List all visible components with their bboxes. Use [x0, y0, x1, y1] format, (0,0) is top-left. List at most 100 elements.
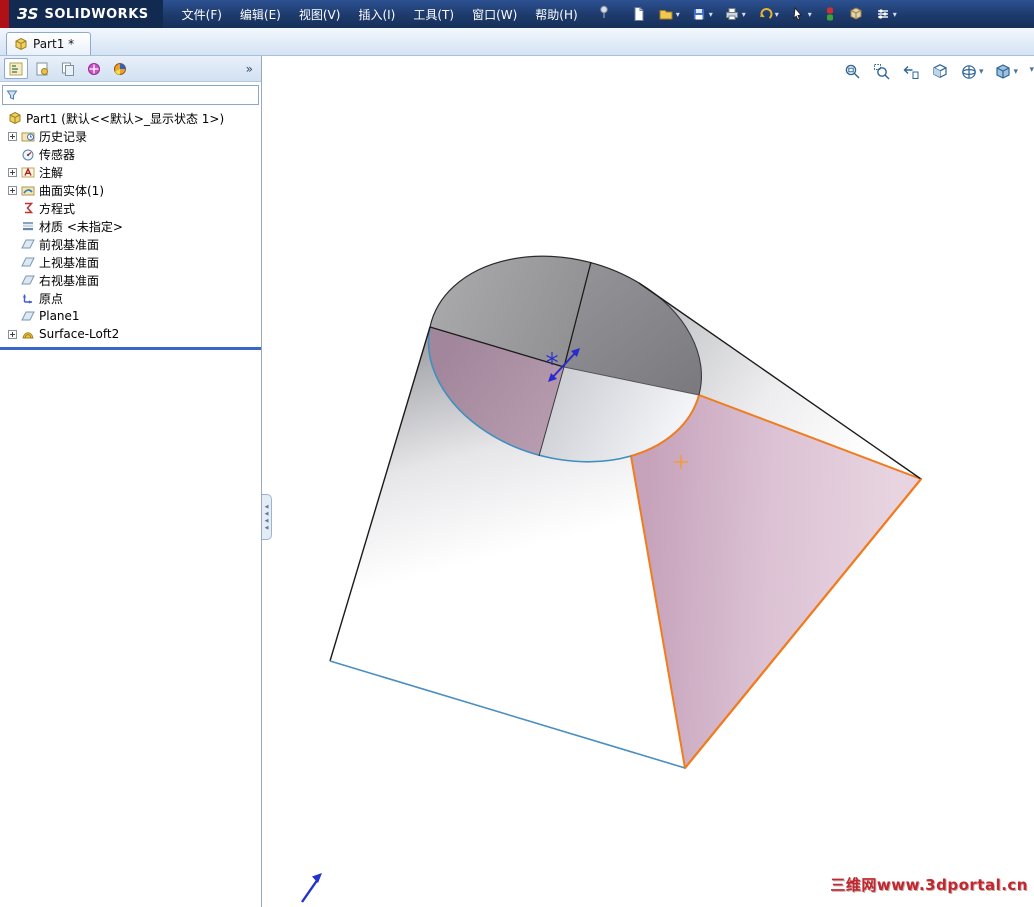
view-orientation-caret-icon[interactable]: ▾ [979, 67, 984, 77]
orientation-triad [301, 873, 322, 903]
menu-bar: 文件(F) 编辑(E) 视图(V) 插入(I) 工具(T) 窗口(W) 帮助(H… [173, 1, 587, 28]
print-icon[interactable]: ▾ [722, 5, 748, 23]
tree-item-label: 材质 <未指定> [39, 219, 123, 234]
tree-item-annotations[interactable]: 注解 [0, 163, 261, 181]
configurationmanager-icon [62, 62, 74, 76]
plane-icon [21, 239, 35, 249]
tree-item-surface-loft2[interactable]: Surface-Loft2 [0, 325, 261, 343]
tree-item-history[interactable]: 历史记录 [0, 127, 261, 145]
save-caret-icon[interactable]: ▾ [709, 10, 713, 19]
document-tab-label: Part1 * [33, 37, 75, 51]
tab-propertymanager[interactable] [30, 58, 54, 79]
equations-icon [25, 202, 34, 214]
quick-access-toolbar: ▾ ▾ ▾ ▾ ▾ ▾ [629, 5, 899, 23]
tree-item-plane1[interactable]: Plane1 [0, 307, 261, 325]
menu-file[interactable]: 文件(F) [173, 1, 231, 28]
tree-filter-box[interactable] [2, 85, 259, 105]
tree-item-material[interactable]: 材质 <未指定> [0, 217, 261, 235]
filter-funnel-icon [6, 90, 18, 100]
tree-item-label: 原点 [39, 291, 64, 306]
tree-item-surface-bodies[interactable]: 曲面实体(1) [0, 181, 261, 199]
options-caret-icon[interactable]: ▾ [893, 10, 897, 19]
menu-insert[interactable]: 插入(I) [349, 1, 404, 28]
model-viewport[interactable] [262, 56, 1033, 907]
select-caret-icon[interactable]: ▾ [808, 10, 812, 19]
panel-overflow-chevrons[interactable]: » [246, 62, 257, 76]
tree-item-label: 历史记录 [39, 129, 88, 144]
document-tab-bar: Part1 * [0, 28, 1034, 56]
panel-tab-strip: » [0, 56, 261, 82]
tree-item-label: Surface-Loft2 [39, 327, 120, 341]
plane-icon [21, 311, 35, 321]
expand-plus-icon[interactable] [8, 185, 17, 195]
title-bar: ЗS SOLIDWORKS 文件(F) 编辑(E) 视图(V) 插入(I) 工具… [0, 0, 1034, 28]
expand-plus-icon[interactable] [8, 329, 17, 339]
rollback-bar[interactable] [0, 347, 261, 350]
save-icon[interactable]: ▾ [689, 5, 715, 23]
tree-item-label: 上视基准面 [39, 255, 100, 270]
print-caret-icon[interactable]: ▾ [742, 10, 746, 19]
brand-accent [0, 0, 9, 28]
tree-item-equations[interactable]: 方程式 [0, 199, 261, 217]
annotations-icon [21, 167, 35, 178]
tree-item-label: 右视基准面 [39, 273, 100, 288]
part-icon [15, 37, 27, 51]
options-icon[interactable]: ▾ [873, 5, 899, 23]
tab-dimxpertmanager[interactable] [82, 58, 106, 79]
tree-item-label: 方程式 [39, 201, 76, 216]
expand-plus-icon[interactable] [8, 167, 17, 177]
previous-view-icon[interactable] [902, 63, 920, 81]
tree-item-sensors[interactable]: 传感器 [0, 145, 261, 163]
menu-help[interactable]: 帮助(H) [526, 1, 586, 28]
pin-menu-icon[interactable] [597, 4, 611, 24]
filter-input[interactable] [22, 88, 255, 102]
new-document-icon[interactable] [629, 5, 649, 23]
collapse-arrow-icon: ◀ [264, 510, 269, 517]
collapse-arrow-icon: ◀ [264, 503, 269, 510]
tree-item-origin[interactable]: 原点 [0, 289, 261, 307]
display-style-icon[interactable]: ▾ [994, 63, 1018, 81]
surface-loft-icon [22, 332, 34, 339]
appearance-icon[interactable] [846, 5, 866, 23]
view-orientation-icon[interactable]: ▾ [960, 63, 984, 81]
undo-caret-icon[interactable]: ▾ [775, 10, 779, 19]
tab-displaymanager[interactable] [108, 58, 132, 79]
featuremanager-icon [9, 62, 23, 75]
zoom-fit-icon[interactable] [844, 63, 862, 81]
expand-plus-icon[interactable] [8, 131, 17, 141]
tree-root-row[interactable]: Part1 (默认<<默认>_显示状态 1>) [0, 109, 261, 127]
tree-item-top-plane[interactable]: 上视基准面 [0, 253, 261, 271]
feature-tree: Part1 (默认<<默认>_显示状态 1>) 历史记录 传感器 注解 曲面实体… [0, 107, 261, 350]
tab-featuremanager[interactable] [4, 58, 28, 79]
document-tab[interactable]: Part1 * [6, 32, 92, 55]
section-view-icon[interactable] [931, 63, 949, 81]
origin-icon [22, 294, 32, 304]
graphics-area[interactable]: ▾ ▾ ▾ 三维网www.3dportal.cn [262, 56, 1034, 907]
menu-window[interactable]: 窗口(W) [463, 1, 526, 28]
open-icon[interactable]: ▾ [656, 5, 682, 23]
panel-splitter-handle[interactable]: ◀ ◀ ◀ ◀ [262, 494, 272, 540]
tree-item-label: Plane1 [39, 309, 80, 323]
display-style-caret-icon[interactable]: ▾ [1013, 67, 1018, 77]
propertymanager-icon [36, 62, 48, 75]
surface-bodies-folder-icon [21, 186, 35, 196]
tab-configurationmanager[interactable] [56, 58, 80, 79]
tree-item-label: 前视基准面 [39, 237, 100, 252]
heads-up-more-icon[interactable]: ▾ [1029, 65, 1034, 75]
menu-view[interactable]: 视图(V) [290, 1, 350, 28]
tree-item-label: 注解 [39, 165, 64, 180]
tree-root-label: Part1 (默认<<默认>_显示状态 1>) [26, 111, 225, 126]
select-icon[interactable]: ▾ [788, 5, 814, 23]
tree-item-label: 曲面实体(1) [39, 183, 104, 198]
sensors-icon [22, 149, 34, 161]
tree-item-right-plane[interactable]: 右视基准面 [0, 271, 261, 289]
menu-tools[interactable]: 工具(T) [404, 1, 463, 28]
material-icon [23, 222, 33, 231]
menu-edit[interactable]: 编辑(E) [231, 1, 290, 28]
open-caret-icon[interactable]: ▾ [676, 10, 680, 19]
tree-item-front-plane[interactable]: 前视基准面 [0, 235, 261, 253]
selection-toggle-icon[interactable] [821, 5, 839, 23]
zoom-area-icon[interactable] [873, 63, 891, 81]
displaymanager-icon [114, 62, 126, 75]
undo-icon[interactable]: ▾ [755, 5, 781, 23]
